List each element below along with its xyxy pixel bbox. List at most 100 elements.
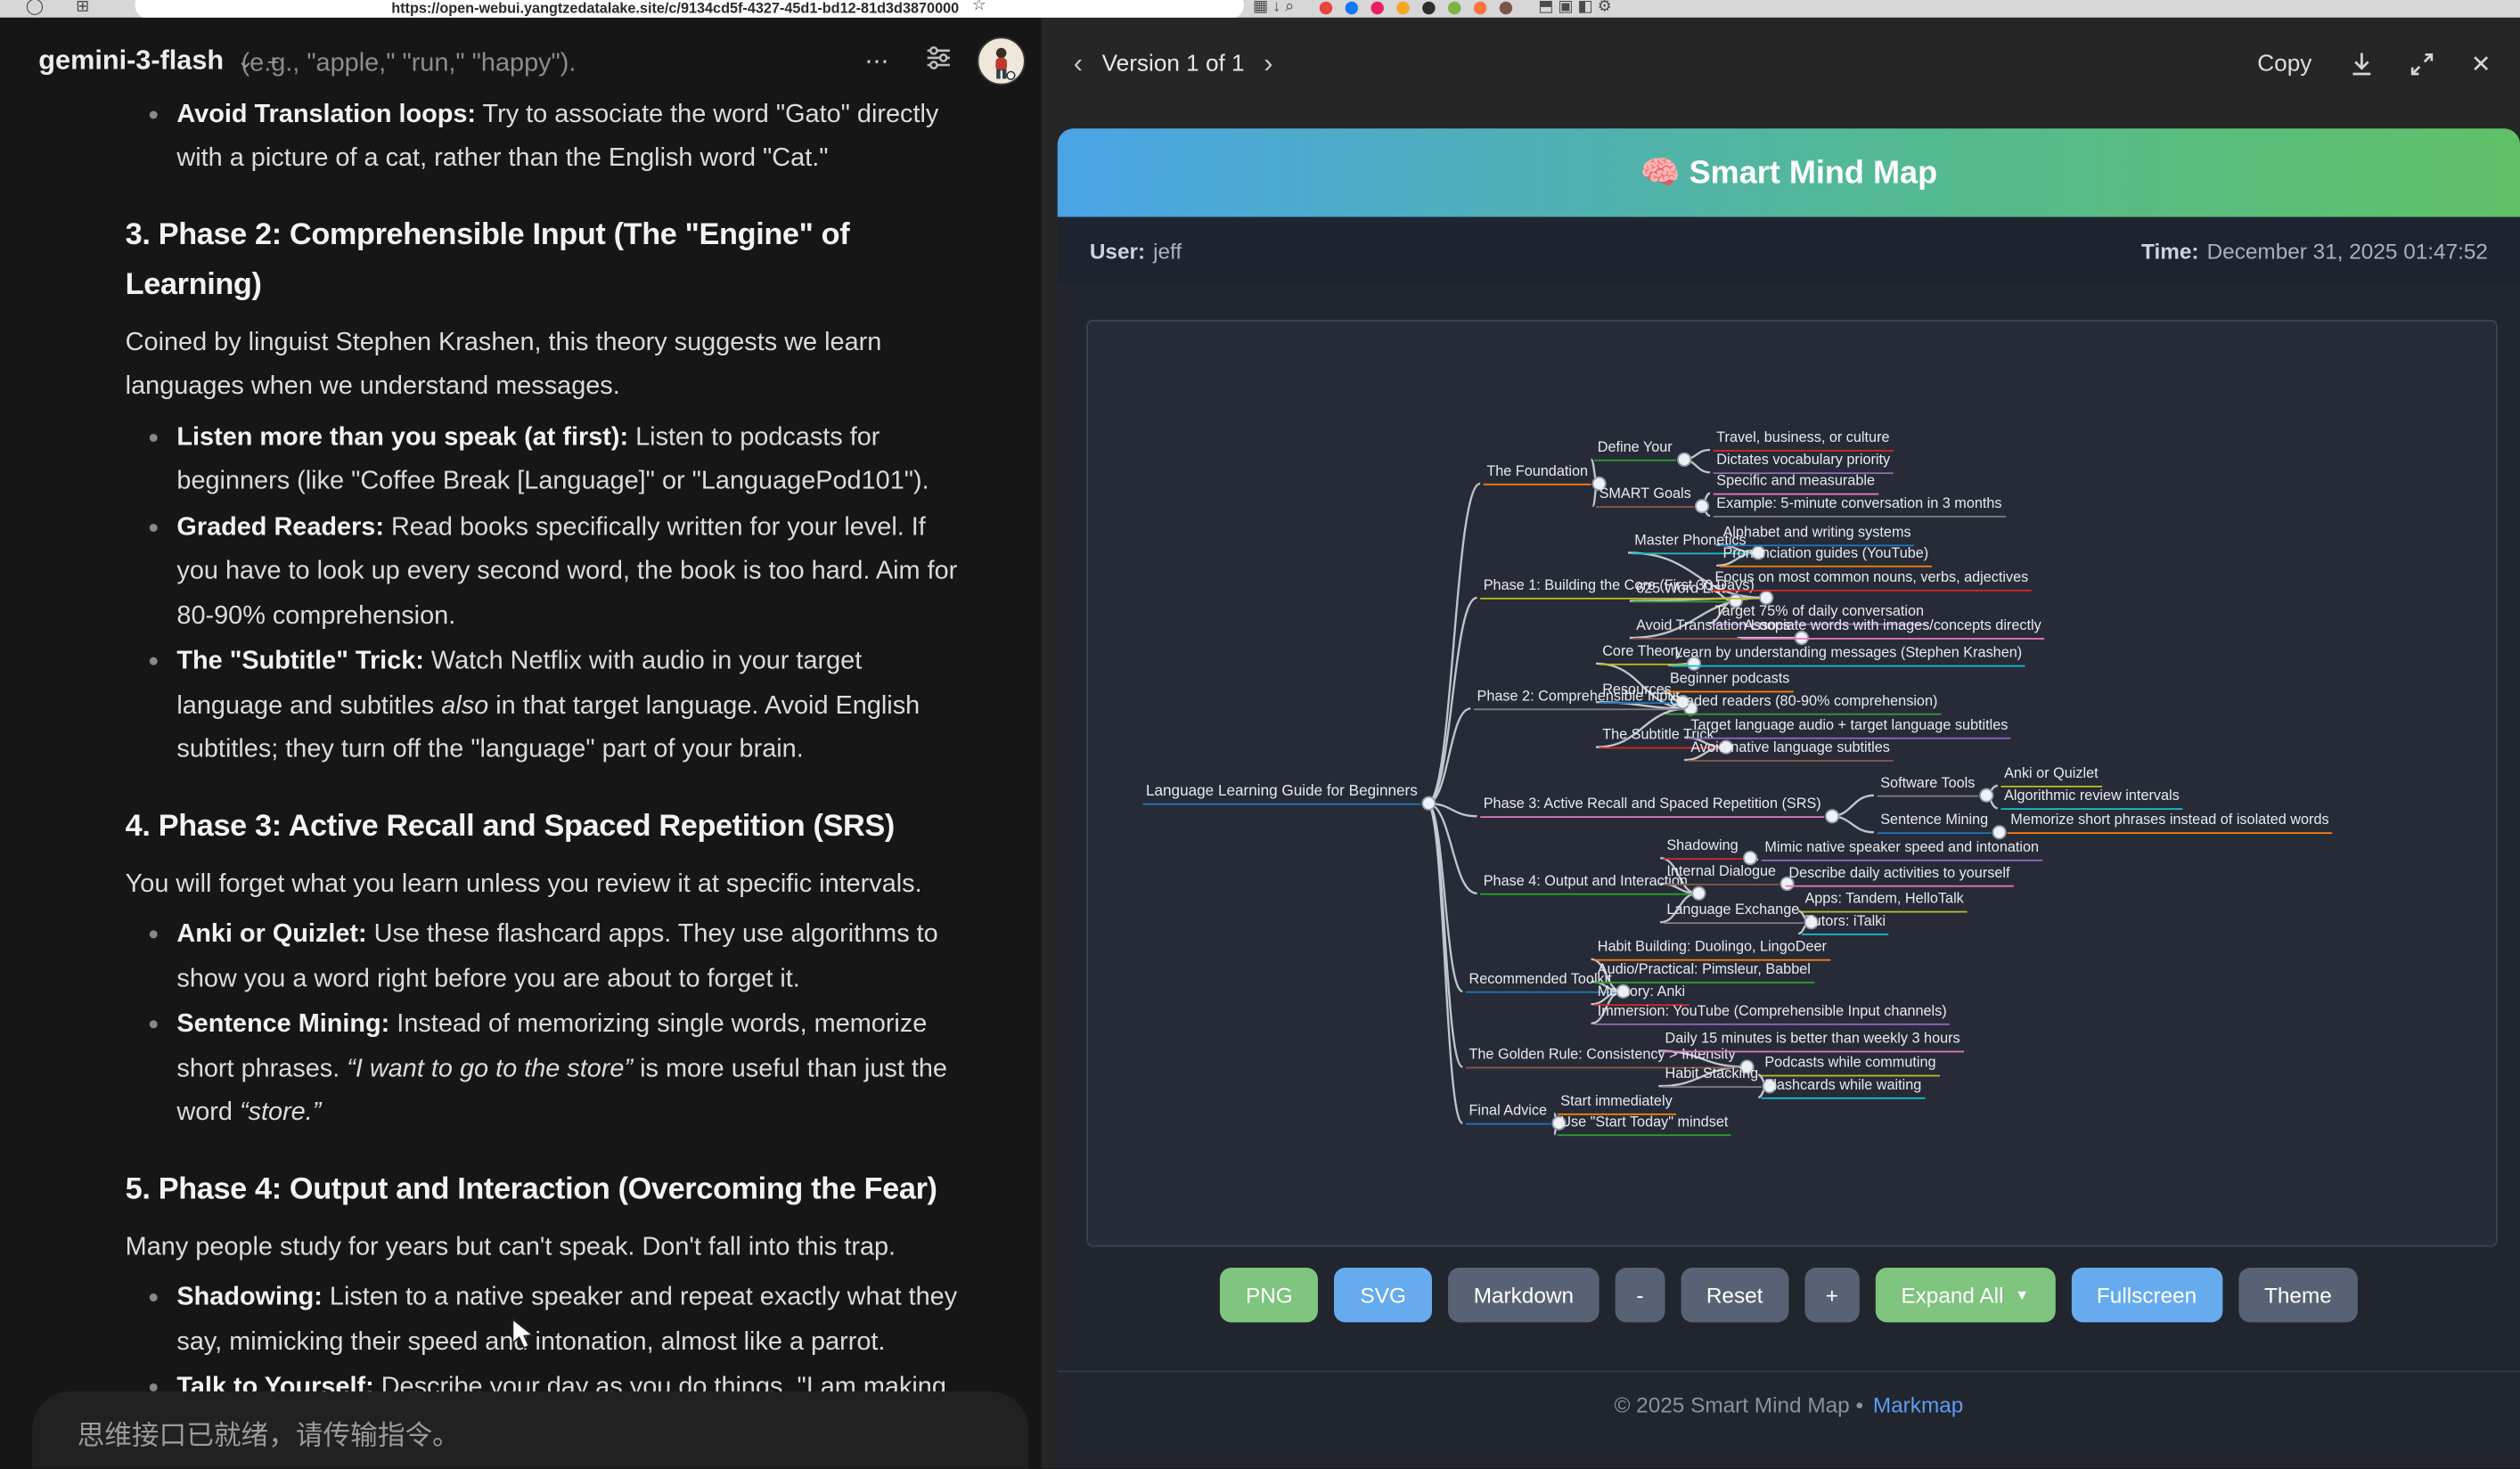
user-avatar[interactable] [978, 37, 1026, 85]
paragraph: Many people study for years but can't sp… [126, 1225, 961, 1269]
mindmap-node[interactable]: Travel, business, or culture [1714, 429, 1893, 452]
mindmap-canvas[interactable]: Language Learning Guide for Beginners The… [1086, 320, 2498, 1247]
mindmap-node[interactable]: Associate words with images/concepts dir… [1740, 617, 2044, 640]
bullet-item: Graded Readers: Read books specifically … [126, 505, 961, 638]
mindmap-node[interactable]: Focus on most common nouns, verbs, adjec… [1712, 568, 2032, 591]
extension-icon[interactable] [1320, 2, 1332, 14]
mindmap-node[interactable]: Learn by understanding messages (Stephen… [1672, 644, 2025, 666]
mindmap-node[interactable]: Use "Start Today" mindset [1558, 1114, 1731, 1136]
time-info: Time:December 31, 2025 01:47:52 [2141, 239, 2488, 263]
bookmark-star-icon[interactable]: ☆ [972, 0, 986, 16]
mindmap-title: 🧠 Smart Mind Map [1640, 152, 1938, 192]
close-panel-icon[interactable]: ✕ [2471, 50, 2491, 78]
toolbar-button-theme[interactable]: Theme [2238, 1268, 2358, 1322]
mindmap-node[interactable]: Phase 3: Active Recall and Spaced Repeti… [1480, 796, 1824, 818]
extension-icon[interactable] [1474, 2, 1486, 14]
mindmap-node[interactable]: Avoid native language subtitles [1688, 739, 1894, 762]
mindmap-card-body: Language Learning Guide for Beginners The… [1058, 284, 2520, 1468]
chat-input[interactable]: 思维接口已就绪，请传输指令。 [32, 1391, 1028, 1469]
mindmap-node[interactable]: Pronunciation guides (YouTube) [1720, 544, 1932, 567]
chevron-down-icon[interactable]: ⌄ [237, 48, 255, 74]
toolbar-button--[interactable]: - [1616, 1268, 1665, 1322]
panel-glyph-icons[interactable]: ▦ ↓ ⌕ [1253, 0, 1294, 18]
mindmap-node[interactable]: Habit Stacking [1662, 1065, 1762, 1088]
mindmap-node[interactable]: Sentence Mining [1878, 812, 1992, 834]
mindmap-node[interactable]: Flashcards while waiting [1762, 1076, 1925, 1098]
mindmap-node[interactable]: Audio/Practical: Pimsleur, Babbel [1594, 961, 1813, 983]
browser-toolbar: ◯ ⊞ https://open-webui.yangtzedatalake.s… [0, 0, 2520, 18]
version-back-button[interactable]: ‹ [1068, 48, 1090, 80]
mindmap-node[interactable]: Tutors: iTalki [1802, 912, 1889, 934]
bullet-item: Listen more than you speak (at first): L… [126, 415, 961, 503]
toolbar-button-png[interactable]: PNG [1220, 1268, 1318, 1322]
mindmap-node[interactable]: Example: 5-minute conversation in 3 mont… [1714, 495, 2006, 518]
extension-icon[interactable] [1371, 2, 1384, 14]
bullet-item: The "Subtitle" Trick: Watch Netflix with… [126, 640, 961, 772]
extension-icon[interactable] [1500, 2, 1512, 14]
download-icon[interactable] [2351, 52, 2375, 78]
mindmap-node[interactable]: Internal Dialogue [1664, 863, 1780, 885]
mindmap-node[interactable]: Immersion: YouTube (Comprehensible Input… [1594, 1002, 1950, 1024]
mindmap-node[interactable]: Language Exchange [1664, 902, 1803, 924]
chat-input-placeholder: 思维接口已就绪，请传输指令。 [78, 1420, 460, 1450]
toolbar-button-reset[interactable]: Reset [1681, 1268, 1788, 1322]
extension-icon[interactable] [1346, 2, 1358, 14]
extension-icon[interactable] [1397, 2, 1410, 14]
expand-fullscreen-icon[interactable] [2410, 52, 2435, 78]
mindmap-node[interactable]: Graded readers (80-90% comprehension) [1666, 692, 1941, 714]
extension-icon[interactable] [1448, 2, 1460, 14]
mindmap-node[interactable]: Define Your [1594, 438, 1675, 461]
mindmap-node[interactable]: Target language audio + target language … [1688, 716, 2011, 739]
reload-icon[interactable]: ◯ [26, 0, 44, 18]
mindmap-node[interactable]: Language Learning Guide for Beginners [1142, 782, 1420, 804]
new-chat-plus-icon[interactable]: + [267, 49, 280, 73]
mindmap-node[interactable]: Beginner podcasts [1666, 670, 1793, 692]
mindmap-node[interactable]: Apps: Tandem, HelloTalk [1802, 890, 1968, 912]
chat-pane: (e.g., "apple," "run," "happy").Avoid Tr… [0, 18, 1042, 1469]
more-browser-icons: ⬒ ▣ ◧ ⚙ [1538, 0, 1611, 18]
tail-glyph-icons[interactable]: ⬒ ▣ ◧ ⚙ [1538, 0, 1611, 18]
toolbar-button-fullscreen[interactable]: Fullscreen [2071, 1268, 2222, 1322]
mindmap-card-header: 🧠 Smart Mind Map [1058, 128, 2520, 216]
mindmap-node[interactable]: Daily 15 minutes is better than weekly 3… [1662, 1030, 1963, 1052]
section-heading: 4. Phase 3: Active Recall and Spaced Rep… [126, 801, 961, 851]
toolbar-button-+[interactable]: + [1804, 1268, 1859, 1322]
mindmap-node[interactable]: SMART Goals [1596, 486, 1694, 508]
mindmap-node[interactable]: Dictates vocabulary priority [1714, 452, 1894, 474]
extension-icons [1313, 0, 1519, 14]
tab-grid-icon[interactable]: ⊞ [76, 0, 89, 18]
copy-button[interactable]: Copy [2257, 52, 2311, 78]
mindmap-node[interactable]: Start immediately [1558, 1092, 1676, 1114]
mindmap-node[interactable]: The Foundation [1484, 462, 1591, 485]
url-bar[interactable]: https://open-webui.yangtzedatalake.site/… [135, 0, 1243, 18]
mindmap-node[interactable]: Phase 4: Output and Interaction [1480, 872, 1690, 894]
model-selector[interactable]: gemini-3-flash [38, 45, 224, 78]
mindmap-node[interactable]: Describe daily activities to yourself [1786, 864, 2013, 886]
toolbar-button-markdown[interactable]: Markdown [1448, 1268, 1600, 1322]
mindmap-node[interactable]: Specific and measurable [1714, 472, 1878, 494]
mindmap-node[interactable]: Recommended Toolkit [1466, 970, 1616, 992]
version-forward-button[interactable]: › [1257, 48, 1280, 80]
mindmap-node[interactable]: Software Tools [1878, 774, 1978, 796]
extension-icon[interactable] [1423, 2, 1436, 14]
mindmap-toolbar: PNG SVG Markdown-Reset + Expand All▼ Fullscre… [1058, 1268, 2520, 1322]
mindmap-node[interactable]: Algorithmic review intervals [2000, 788, 2182, 810]
markmap-link[interactable]: Markmap [1873, 1393, 1963, 1417]
mindmap-node[interactable]: Podcasts while commuting [1762, 1054, 1939, 1076]
mindmap-node[interactable]: Final Advice [1466, 1102, 1550, 1124]
mindmap-node[interactable]: Alphabet and writing systems [1720, 524, 1914, 546]
mindmap-node[interactable]: Memorize short phrases instead of isolat… [2008, 812, 2332, 834]
mindmap-node[interactable]: Shadowing [1664, 837, 1742, 860]
section-heading: 5. Phase 4: Output and Interaction (Over… [126, 1164, 961, 1214]
controls-sliders-icon[interactable] [926, 45, 952, 78]
more-options-icon[interactable]: ⋯ [864, 46, 890, 75]
mindmap-footer: © 2025 Smart Mind Map •Markmap [1058, 1393, 2520, 1417]
mindmap-node[interactable]: Habit Building: Duolingo, LingoDeer [1594, 938, 1829, 960]
mindmap-node[interactable]: Resources [1600, 681, 1675, 704]
mindmap-node[interactable]: Mimic native speaker speed and intonatio… [1762, 838, 2042, 861]
toolbar-button-svg[interactable]: SVG [1335, 1268, 1432, 1322]
bullet-item: Avoid Translation loops: Try to associat… [126, 93, 961, 181]
toolbar-button-expand-all[interactable]: Expand All▼ [1876, 1268, 2055, 1322]
version-label: Version 1 of 1 [1102, 52, 1245, 78]
mindmap-node[interactable]: Anki or Quizlet [2000, 765, 2101, 788]
